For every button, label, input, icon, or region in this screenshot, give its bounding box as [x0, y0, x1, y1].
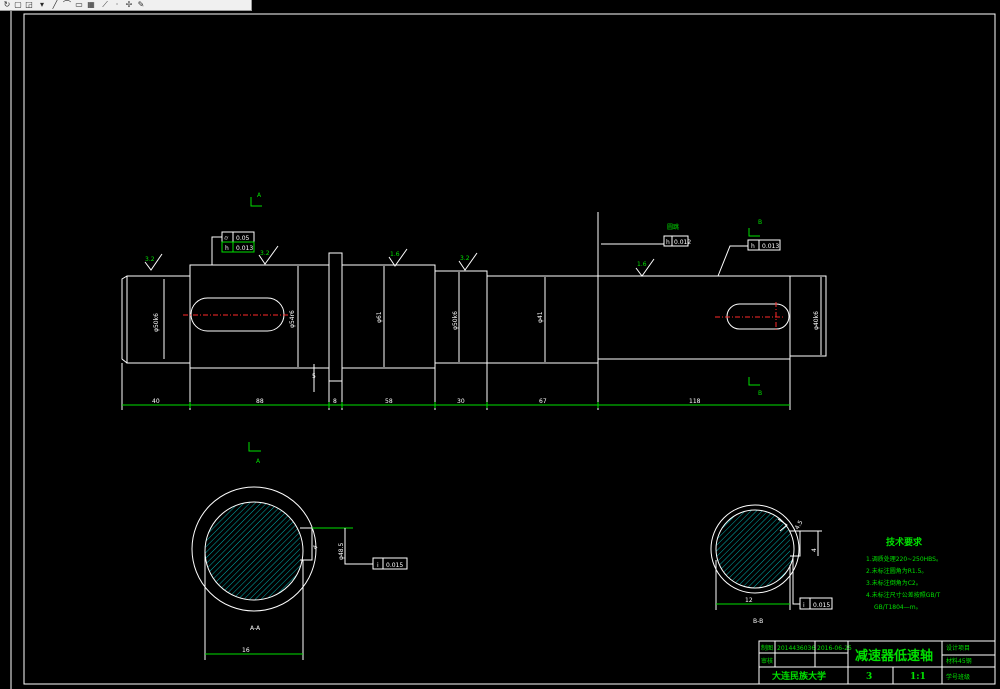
roughness-5: 1.6 — [637, 261, 647, 268]
left-chamfer — [121, 275, 128, 364]
tech-req-item-5: GB/T1804—m。 — [874, 604, 922, 611]
move-icon[interactable]: ✢ — [124, 0, 134, 9]
svg-text:h: h — [666, 239, 670, 246]
paint-icon[interactable]: ✎ — [136, 0, 146, 9]
dim-l2: 88 — [256, 398, 264, 405]
tol-fc6-val: 0.015 — [813, 602, 830, 609]
point-icon[interactable]: · — [112, 0, 122, 9]
measure-icon[interactable]: ◲ — [24, 0, 34, 9]
title-school: 大连民族大学 — [772, 670, 826, 682]
section-b-view: 12 B-B 4 4.5 — [710, 504, 822, 625]
frame-border — [23, 13, 996, 685]
svg-text:材料45钢: 材料45钢 — [946, 657, 972, 665]
dia-d6: φ40k6 — [813, 311, 820, 330]
line-icon[interactable]: ╱ — [50, 0, 60, 9]
dim-l6: 67 — [539, 398, 547, 405]
dim-l7: 118 — [689, 398, 701, 405]
sec-a-depth: φ48.5 — [338, 543, 345, 561]
section-markers: A B B A — [248, 192, 762, 465]
arc-icon[interactable]: ⌒ — [62, 0, 72, 9]
title-scale: 1:1 — [910, 672, 926, 682]
tol-fc4-val: 0.013 — [762, 243, 779, 250]
dia-d1: φ50k6 — [153, 313, 160, 332]
svg-text:h: h — [751, 243, 755, 250]
roughness-1: 3.2 — [145, 256, 155, 263]
seg-4 — [341, 264, 436, 369]
tech-req-item-3: 3.未标注倒角为C2。 — [866, 579, 922, 587]
layer-icon[interactable]: ▢ — [13, 0, 23, 9]
section-a-top: A — [257, 192, 262, 199]
section-b-bottom: B — [758, 390, 762, 397]
title-drawn-name: 2014436036 — [777, 645, 815, 652]
roughness-4: 3.2 — [460, 255, 470, 262]
tech-req-item-1: 1.调质处理220~250HBS。 — [866, 555, 942, 563]
tol-fc5-val: 0.015 — [386, 562, 403, 569]
section-a-view: 16 A-A φ48.5 4 — [191, 486, 353, 660]
seg-7 — [597, 275, 791, 360]
redo-icon[interactable]: ↻ — [2, 0, 12, 9]
seg-2 — [189, 264, 330, 369]
dim-l5: 30 — [457, 398, 465, 405]
svg-text:制图: 制图 — [761, 644, 773, 652]
drawing-svg: 40 88 8 58 30 67 118 φ50k6 φ54r6 φ61 φ50… — [10, 11, 996, 689]
roughness-3: 1.6 — [390, 251, 400, 258]
dim-l1: 40 — [152, 398, 160, 405]
sec-a-label: A-A — [250, 625, 261, 632]
shoulder-collar — [328, 252, 343, 382]
title-drawn-date: 2016-06-25 — [817, 645, 852, 652]
dia-d3: φ61 — [376, 311, 383, 323]
dia-d2: φ54r6 — [289, 310, 296, 328]
svg-text:学号班级: 学号班级 — [946, 673, 970, 681]
svg-text:设计项目: 设计项目 — [946, 644, 970, 652]
svg-text:h: h — [225, 245, 229, 252]
tech-req-item-4: 4.未标注尺寸公差按照GB/T — [866, 591, 941, 599]
sec-b-depth: 4 — [811, 548, 818, 552]
svg-text:i: i — [803, 602, 805, 609]
drawing-canvas[interactable]: 40 88 8 58 30 67 118 φ50k6 φ54r6 φ61 φ50… — [0, 11, 1000, 689]
section-a-bottom: A — [256, 458, 261, 465]
tol-fc3-label: 圆跳 — [667, 223, 679, 231]
section-b-top: B — [758, 219, 762, 226]
sec-b-label: B-B — [753, 618, 763, 625]
dim-l4: 58 — [385, 398, 393, 405]
rectangle-icon[interactable]: ▭ — [74, 0, 84, 9]
svg-text:⌭: ⌭ — [224, 235, 229, 242]
sec-b-angle: 4.5 — [794, 519, 805, 531]
dropdown-icon[interactable]: ▾ — [37, 0, 47, 9]
shoulder-height: 5 — [312, 373, 316, 380]
seg-5 — [434, 270, 488, 364]
tol-fc2-val: 0.013 — [236, 245, 253, 252]
tol-fc1-val: 0.05 — [236, 235, 250, 242]
dia-d4: φ50k6 — [452, 311, 459, 330]
svg-text:审核: 审核 — [761, 657, 773, 665]
cad-toolbar: ↻ ▢ ◲ ▾ ╱ ⌒ ▭ ▦ ⟋ · ✢ ✎ — [0, 0, 252, 11]
hatch-icon[interactable]: ▦ — [86, 0, 96, 9]
title-block: 制图 2014436036 2016-06-25 审核 减速器低速轴 设计项目 … — [758, 640, 996, 685]
technical-requirements: 技术要求 1.调质处理220~250HBS。 2.未标注圆角为R1.5。 3.未… — [866, 536, 942, 611]
tech-req-item-2: 2.未标注圆角为R1.5。 — [866, 567, 927, 575]
polyline-icon[interactable]: ⟋ — [100, 0, 110, 9]
tol-fc3-val: 0.012 — [674, 239, 691, 246]
title-qty: 3 — [866, 672, 872, 682]
roughness-2: 3.2 — [260, 250, 270, 257]
svg-text:i: i — [377, 562, 379, 569]
sec-b-width: 12 — [745, 597, 753, 604]
title-block-title: 减速器低速轴 — [855, 648, 933, 664]
dia-d5: φ41 — [537, 311, 544, 323]
sec-a-width: 16 — [242, 647, 250, 654]
tech-req-title: 技术要求 — [886, 536, 923, 548]
dim-l3: 8 — [333, 398, 337, 405]
